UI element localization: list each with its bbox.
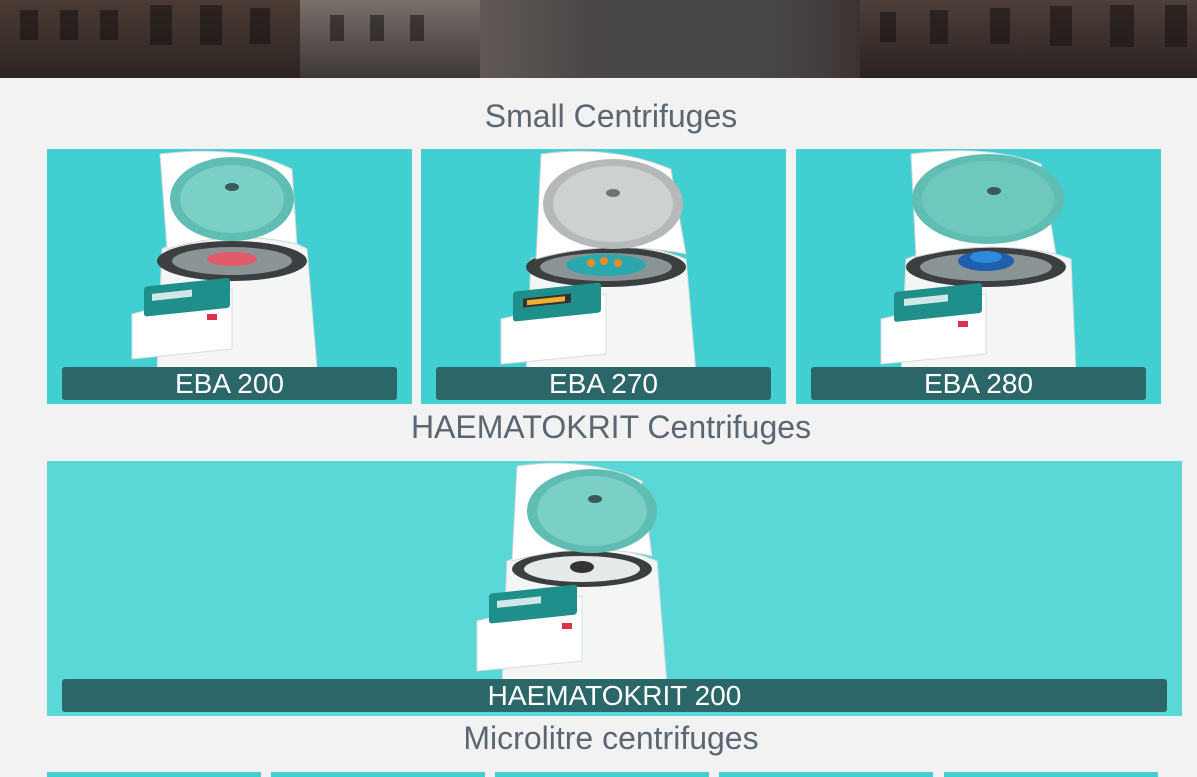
product-card-eba-270[interactable]: EBA 270 [421, 149, 786, 404]
product-card-partial[interactable] [944, 772, 1158, 777]
centrifuge-image [880, 150, 1077, 387]
centrifuge-image [476, 462, 668, 699]
product-caption: EBA 270 [436, 367, 771, 400]
section-title-haematokrit-centrifuges: HAEMATOKRIT Centrifuges [410, 409, 812, 445]
product-caption: EBA 280 [811, 367, 1146, 400]
product-card-partial[interactable] [271, 772, 485, 777]
centrifuge-image [131, 150, 318, 384]
hero-banner-image [0, 0, 1197, 78]
product-card-partial[interactable] [47, 772, 261, 777]
product-card-eba-200[interactable]: EBA 200 [47, 149, 412, 404]
centrifuge-image [500, 150, 697, 387]
product-card-partial[interactable] [719, 772, 933, 777]
product-caption: EBA 200 [62, 367, 397, 400]
product-card-haematokrit-200[interactable]: HAEMATOKRIT 200 [47, 461, 1182, 716]
section-title-microlitre-centrifuges: Microlitre centrifuges [463, 720, 759, 756]
product-caption: HAEMATOKRIT 200 [62, 679, 1167, 712]
product-card-eba-280[interactable]: EBA 280 [796, 149, 1161, 404]
product-card-partial[interactable] [495, 772, 709, 777]
section-title-small-centrifuges: Small Centrifuges [484, 98, 738, 134]
